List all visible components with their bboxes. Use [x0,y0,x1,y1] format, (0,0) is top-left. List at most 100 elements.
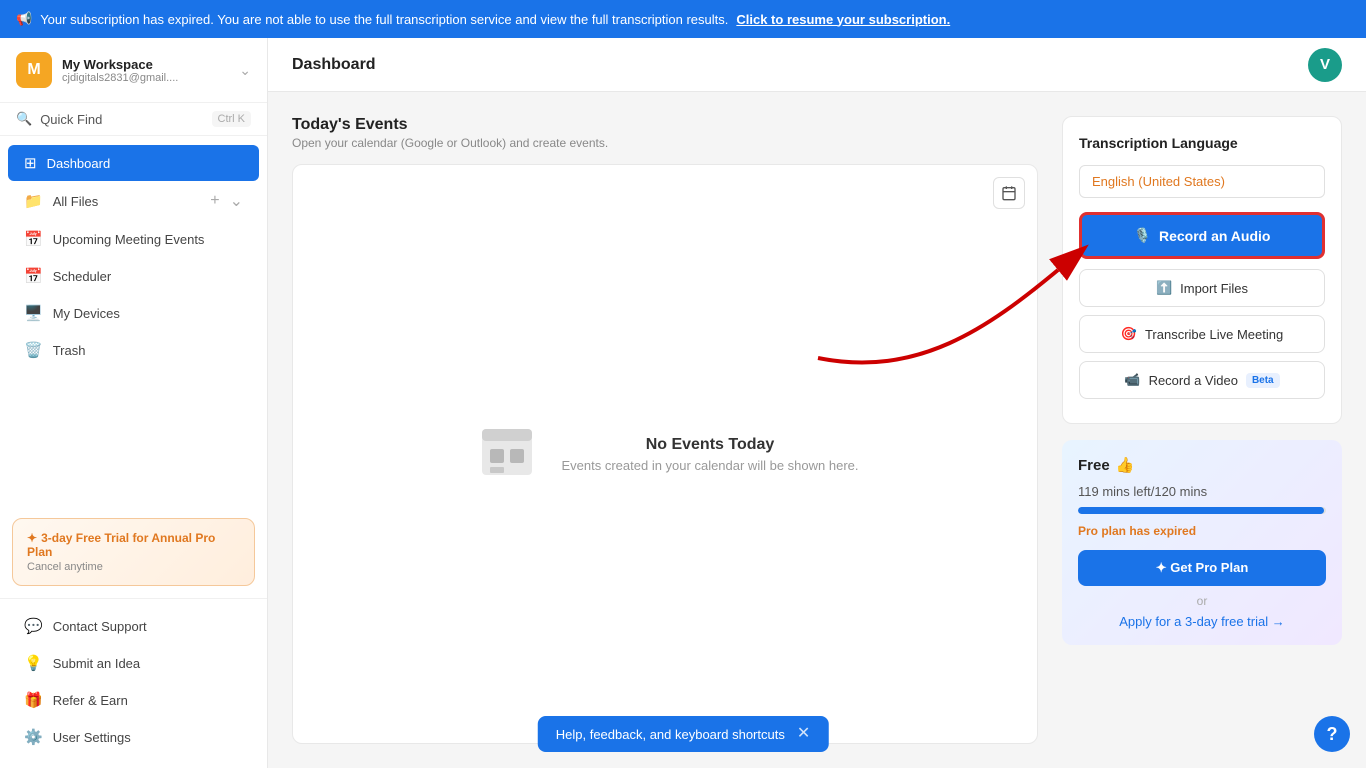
promo-title: ✦3-day Free Trial for Annual Pro Plan [27,531,240,559]
help-bar: Help, feedback, and keyboard shortcuts ✕ [538,716,829,752]
upload-icon: ⬆️ [1156,280,1172,296]
pro-expired-text: Pro plan has expired [1078,524,1326,538]
no-events-icon [472,415,542,494]
sidebar-item-all-files[interactable]: 📁 All Files + ⌄ [8,182,259,220]
no-events-title: No Events Today [562,436,859,454]
devices-icon: 🖥️ [24,304,43,322]
events-title: Today's Events [292,116,1038,134]
microphone-icon: 🎙️ [1134,227,1151,244]
settings-icon: ⚙️ [24,728,43,746]
main-header: Dashboard V [268,38,1366,92]
scheduler-icon: 📅 [24,267,43,285]
video-icon: 📹 [1124,372,1140,388]
quick-find[interactable]: 🔍 Quick Find Ctrl K [0,103,267,136]
workspace-email: cjdigitals2831@gmail.... [62,72,229,84]
sidebar-item-scheduler[interactable]: 📅 Scheduler [8,258,259,294]
live-meeting-icon: 🎯 [1121,326,1137,342]
help-bar-label: Help, feedback, and keyboard shortcuts [556,727,785,742]
record-video-label: Record a Video [1149,373,1238,388]
transcription-language-title: Transcription Language [1079,135,1325,151]
megaphone-icon: 📢 [16,11,32,27]
sidebar-label-refer-earn: Refer & Earn [53,693,243,708]
free-plan-title: Free 👍 [1078,456,1326,474]
content-area: Today's Events Open your calendar (Googl… [268,92,1366,768]
record-video-button[interactable]: 📹 Record a Video Beta [1079,361,1325,399]
workspace-info: My Workspace cjdigitals2831@gmail.... [62,57,229,84]
beta-badge: Beta [1246,373,1280,388]
sidebar-item-refer-earn[interactable]: 🎁 Refer & Earn [8,682,259,718]
thumbs-up-icon: 👍 [1116,456,1135,474]
sidebar-label-dashboard: Dashboard [47,156,243,171]
language-select[interactable]: English (United States) Spanish French G… [1079,165,1325,198]
events-card: No Events Today Events created in your c… [292,164,1038,744]
transcribe-live-button[interactable]: 🎯 Transcribe Live Meeting [1079,315,1325,353]
events-panel: Today's Events Open your calendar (Googl… [292,116,1038,744]
no-events-subtitle: Events created in your calendar will be … [562,458,859,473]
folder-icon: 📁 [24,192,43,210]
calendar-meeting-icon: 📅 [24,230,43,248]
events-subtitle: Open your calendar (Google or Outlook) a… [292,136,1038,150]
sidebar-label-scheduler: Scheduler [53,269,243,284]
sidebar-label-user-settings: User Settings [53,730,243,745]
workspace-chevron-icon: ⌄ [239,62,251,79]
get-pro-plan-button[interactable]: ✦ Get Pro Plan [1078,550,1326,586]
apply-trial-link[interactable]: Apply for a 3-day free trial → [1078,614,1326,629]
events-header: Today's Events Open your calendar (Googl… [292,116,1038,150]
sidebar-label-contact-support: Contact Support [53,619,243,634]
free-plan-mins: 119 mins left/120 mins [1078,484,1326,499]
sidebar-item-trash[interactable]: 🗑️ Trash [8,332,259,368]
progress-bar-fill [1078,507,1324,514]
sidebar-item-my-devices[interactable]: 🖥️ My Devices [8,295,259,331]
home-icon: ⊞ [24,154,37,172]
progress-bar-background [1078,507,1326,514]
quick-find-shortcut: Ctrl K [212,111,252,127]
transcribe-live-label: Transcribe Live Meeting [1145,327,1283,342]
sidebar-label-all-files: All Files [53,194,201,209]
idea-icon: 💡 [24,654,43,672]
page-title: Dashboard [292,56,376,74]
resume-subscription-link[interactable]: Click to resume your subscription. [736,12,950,27]
workspace-selector[interactable]: M My Workspace cjdigitals2831@gmail.... … [0,38,267,103]
help-question-button[interactable]: ? [1314,716,1350,752]
add-file-icon[interactable]: + [210,192,219,210]
star-icon: ✦ [27,531,37,545]
sidebar-label-submit-idea: Submit an Idea [53,656,243,671]
sidebar-item-dashboard[interactable]: ⊞ Dashboard [8,145,259,181]
help-bar-close-button[interactable]: ✕ [797,726,810,742]
user-avatar[interactable]: V [1308,48,1342,82]
workspace-avatar: M [16,52,52,88]
no-events-text: No Events Today Events created in your c… [562,436,859,473]
app-layout: M My Workspace cjdigitals2831@gmail.... … [0,38,1366,768]
trash-icon: 🗑️ [24,341,43,359]
record-audio-button[interactable]: 🎙️ Record an Audio [1079,212,1325,259]
workspace-name: My Workspace [62,57,229,72]
right-panel: Transcription Language English (United S… [1062,116,1342,744]
sidebar-nav: ⊞ Dashboard 📁 All Files + ⌄ 📅 Upcoming M… [0,136,267,506]
sidebar-label-my-devices: My Devices [53,306,243,321]
search-icon: 🔍 [16,111,32,127]
sidebar-footer: 💬 Contact Support 💡 Submit an Idea 🎁 Ref… [0,598,267,768]
quick-find-label: Quick Find [40,112,102,127]
banner-message: Your subscription has expired. You are n… [40,12,728,27]
expand-files-icon[interactable]: ⌄ [230,191,243,211]
main-content: Dashboard V Today's Events Open your cal… [268,38,1366,768]
record-audio-label: Record an Audio [1159,228,1271,244]
get-pro-label: ✦ Get Pro Plan [1156,560,1249,576]
free-plan-box: Free 👍 119 mins left/120 mins Pro plan h… [1062,440,1342,645]
sidebar-item-user-settings[interactable]: ⚙️ User Settings [8,719,259,755]
transcription-box: Transcription Language English (United S… [1062,116,1342,424]
no-events-content: No Events Today Events created in your c… [472,415,859,494]
or-divider: or [1078,594,1326,608]
sidebar-item-upcoming-meeting-events[interactable]: 📅 Upcoming Meeting Events [8,221,259,257]
calendar-toggle-button[interactable] [993,177,1025,209]
gift-icon: 🎁 [24,691,43,709]
sidebar-item-submit-idea[interactable]: 💡 Submit an Idea [8,645,259,681]
sidebar-label-trash: Trash [53,343,243,358]
import-files-button[interactable]: ⬆️ Import Files [1079,269,1325,307]
sidebar-label-upcoming-meeting-events: Upcoming Meeting Events [53,232,243,247]
support-icon: 💬 [24,617,43,635]
promo-box[interactable]: ✦3-day Free Trial for Annual Pro Plan Ca… [12,518,255,586]
sidebar-item-contact-support[interactable]: 💬 Contact Support [8,608,259,644]
import-files-label: Import Files [1180,281,1248,296]
sidebar: M My Workspace cjdigitals2831@gmail.... … [0,38,268,768]
